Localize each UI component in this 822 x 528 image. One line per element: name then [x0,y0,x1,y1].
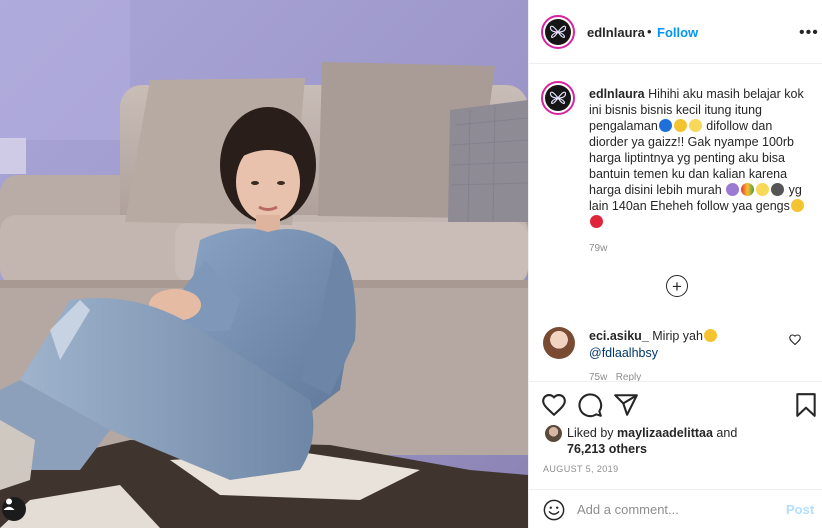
umbrella-emoji-icon [771,183,785,196]
commenter-username[interactable]: eci.asiku_ [589,329,649,343]
sparkles-emoji-icon [756,183,770,196]
butterfly-logo-icon [549,25,567,38]
more-dots-icon[interactable]: ••• [799,24,819,42]
author-avatar[interactable] [541,15,575,49]
comment-reply-button[interactable]: Reply [616,372,642,381]
likes-count-link[interactable]: 76,213 others [567,442,647,456]
post-photo-illustration [0,0,528,528]
post-caption: edlnlaura Hihihi aku masih belajar kok i… [589,86,814,230]
plus-circle-icon[interactable]: + [666,275,688,297]
follow-button[interactable]: Follow [657,25,698,40]
caption-username[interactable]: edlnlaura [589,87,645,101]
bookmark-icon[interactable] [793,392,819,418]
post-sidebar: edlnlaura • Follow ••• edlnlaura Hihihi … [528,0,822,528]
smiling-face-emoji-icon [673,119,687,132]
post-actions: Liked by maylizaadelittaa and 76,213 oth… [529,381,822,489]
likes-prefix: Liked by [567,426,614,440]
comment-meta: 75w Reply [589,372,641,381]
post-header: edlnlaura • Follow ••• [529,0,822,64]
comment-bubble-icon[interactable] [577,392,603,418]
add-comment-bar: Post [529,489,822,528]
post-photo[interactable] [0,0,528,528]
butterfly-logo-icon [549,91,567,104]
header-separator: • [647,24,652,39]
laughing-emoji-icon [703,329,717,342]
liker-username[interactable]: maylizaadelittaa [617,426,713,440]
commenter-avatar[interactable] [543,327,575,359]
likes-summary: Liked by maylizaadelittaa and 76,213 oth… [567,425,787,457]
post-comment-button[interactable]: Post [786,502,814,517]
caption-avatar[interactable] [541,81,575,115]
smiling-face-emoji-icon [790,199,804,212]
woman-emoji-icon [726,183,740,196]
liker-avatar[interactable] [545,425,562,442]
blue-heart-emoji-icon [658,119,672,132]
author-username[interactable]: edlnlaura [587,25,645,40]
paper-plane-icon[interactable] [613,392,639,418]
heart-icon[interactable] [541,392,567,418]
smiley-icon[interactable] [543,499,565,521]
add-comment-input[interactable] [577,499,777,519]
sparkles-emoji-icon [688,119,702,132]
comments-list[interactable]: edlnlaura Hihihi aku masih belajar kok i… [529,65,822,381]
comment-timestamp[interactable]: 75w [589,372,607,381]
comment-body: eci.asiku_ Mirip yah @fdlaalhbsy [589,328,789,362]
rainbow-emoji-icon [741,183,755,196]
comment-mention-link[interactable]: @fdlaalhbsy [589,346,658,360]
caption-timestamp[interactable]: 79w [589,243,607,254]
tag-icon[interactable] [2,497,26,521]
comment-text: Mirip yah [652,329,703,343]
comment-heart-icon[interactable] [789,334,801,345]
red-heart-emoji-icon [590,215,603,228]
likes-joiner: and [716,426,738,440]
post-date[interactable]: AUGUST 5, 2019 [543,464,618,474]
person-tag-icon [3,498,15,510]
